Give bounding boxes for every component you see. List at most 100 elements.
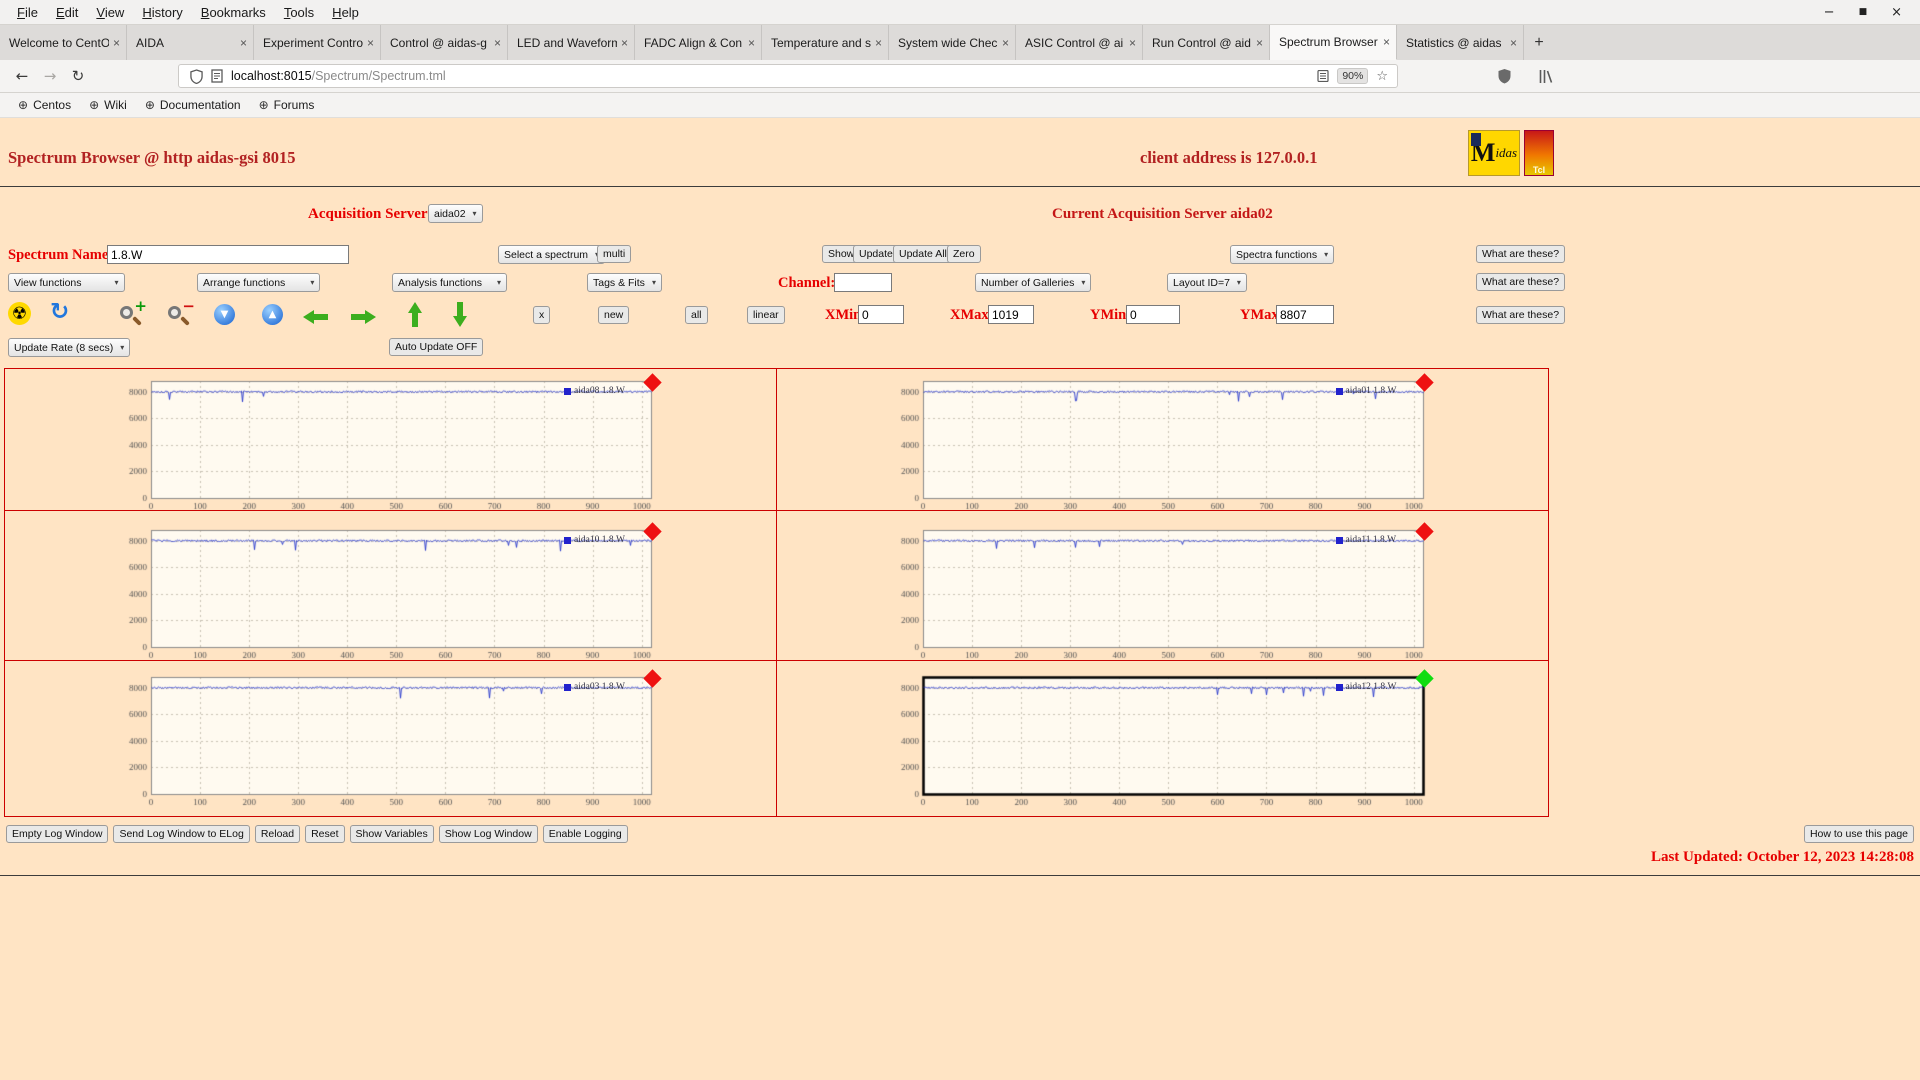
tab-system-wide-chec[interactable]: System wide Chec × bbox=[889, 25, 1016, 60]
ymin-input[interactable] bbox=[1126, 305, 1180, 324]
all-button[interactable]: all bbox=[685, 306, 708, 324]
library-icon[interactable] bbox=[1534, 69, 1557, 84]
tab-experiment-contro[interactable]: Experiment Contro × bbox=[254, 25, 381, 60]
menu-tools[interactable]: Tools bbox=[275, 3, 323, 22]
bookmark-centos[interactable]: ⊕ Centos bbox=[10, 96, 79, 114]
x-button[interactable]: x bbox=[533, 306, 551, 324]
tab-close-icon[interactable]: × bbox=[240, 36, 247, 50]
xmax-input[interactable] bbox=[988, 305, 1034, 324]
zoom-level-badge[interactable]: 90% bbox=[1337, 68, 1369, 84]
update-rate-dropdown[interactable]: Update Rate (8 secs) ▾ bbox=[8, 338, 131, 357]
scale-down-icon[interactable]: ▼ bbox=[214, 304, 235, 325]
reader-mode-icon[interactable] bbox=[1313, 70, 1333, 82]
view-functions-dropdown[interactable]: View functions ▾ bbox=[8, 273, 125, 292]
zoom-in-icon[interactable]: + bbox=[118, 297, 147, 329]
analysis-functions-dropdown[interactable]: Analysis functions ▾ bbox=[392, 273, 508, 292]
tab-welcome-to-cento[interactable]: Welcome to CentO × bbox=[0, 25, 127, 60]
menu-history[interactable]: History bbox=[133, 3, 191, 22]
spectrum-panel-2[interactable]: aida01 1.8.W bbox=[776, 369, 1548, 511]
url-bar[interactable]: localhost:8015/Spectrum/Spectrum.tml 90%… bbox=[178, 64, 1398, 88]
tab-fadc-align-con[interactable]: FADC Align & Con × bbox=[635, 25, 762, 60]
maximize-button[interactable]: ■ bbox=[1859, 7, 1868, 17]
pan-down-icon[interactable] bbox=[447, 302, 473, 328]
how-to-use-button[interactable]: How to use this page bbox=[1803, 825, 1914, 843]
new-button[interactable]: new bbox=[598, 306, 630, 324]
refresh-icon[interactable]: ↻ bbox=[50, 301, 69, 324]
tcl-powered-logo[interactable]: Tcl bbox=[1524, 130, 1554, 176]
what-are-these-button-3[interactable]: What are these? bbox=[1476, 306, 1566, 324]
tab-close-icon[interactable]: × bbox=[494, 36, 501, 50]
spectrum-panel-4[interactable]: aida11 1.8.W bbox=[776, 511, 1548, 661]
pan-left-icon[interactable] bbox=[303, 304, 329, 330]
menu-view[interactable]: View bbox=[87, 3, 133, 22]
page-info-icon[interactable] bbox=[207, 69, 227, 83]
spectrum-panel-6[interactable]: aida12 1.8.W bbox=[777, 661, 1549, 816]
pan-up-icon[interactable] bbox=[402, 302, 428, 328]
reload-button[interactable]: ↻ bbox=[64, 67, 92, 85]
show-variables-button[interactable]: Show Variables bbox=[349, 825, 434, 843]
reset-button[interactable]: Reset bbox=[305, 825, 345, 843]
tab-spectrum-browser[interactable]: Spectrum Browser × bbox=[1270, 25, 1397, 60]
auto-update-button[interactable]: Auto Update OFF bbox=[389, 338, 484, 356]
tab-close-icon[interactable]: × bbox=[1002, 36, 1009, 50]
show-log-window-button[interactable]: Show Log Window bbox=[438, 825, 538, 843]
tab-close-icon[interactable]: × bbox=[875, 36, 882, 50]
tab-close-icon[interactable]: × bbox=[367, 36, 374, 50]
update-button[interactable]: Update bbox=[853, 245, 899, 263]
pan-right-icon[interactable] bbox=[351, 304, 377, 330]
tab-close-icon[interactable]: × bbox=[1256, 36, 1263, 50]
arrange-functions-dropdown[interactable]: Arrange functions ▾ bbox=[197, 273, 321, 292]
ymax-input[interactable] bbox=[1276, 305, 1334, 324]
spectra-functions-dropdown[interactable]: Spectra functions ▾ bbox=[1230, 245, 1335, 264]
tags-fits-dropdown[interactable]: Tags & Fits ▾ bbox=[587, 273, 662, 292]
tab-aida[interactable]: AIDA × bbox=[127, 25, 254, 60]
bookmark-wiki[interactable]: ⊕ Wiki bbox=[81, 96, 135, 114]
what-are-these-button-1[interactable]: What are these? bbox=[1476, 245, 1566, 263]
spectrum-name-input[interactable] bbox=[107, 245, 349, 264]
zoom-out-icon[interactable]: − bbox=[166, 297, 195, 329]
send-log-window-to-elog-button[interactable]: Send Log Window to ELog bbox=[113, 825, 250, 843]
enable-logging-button[interactable]: Enable Logging bbox=[542, 825, 628, 843]
select-spectrum-dropdown[interactable]: Select a spectrum▾ bbox=[498, 245, 606, 264]
radiation-icon[interactable]: ☢ bbox=[8, 302, 31, 325]
tab-control-aidas-g[interactable]: Control @ aidas-g × bbox=[381, 25, 508, 60]
number-of-galleries-dropdown[interactable]: Number of Galleries ▾ bbox=[975, 273, 1092, 292]
tab-asic-control-ai[interactable]: ASIC Control @ ai × bbox=[1016, 25, 1143, 60]
tab-close-icon[interactable]: × bbox=[1383, 35, 1390, 49]
scale-up-icon[interactable]: ▲ bbox=[262, 304, 283, 325]
menu-bookmarks[interactable]: Bookmarks bbox=[192, 3, 275, 22]
empty-log-window-button[interactable]: Empty Log Window bbox=[6, 825, 109, 843]
tab-close-icon[interactable]: × bbox=[1510, 36, 1517, 50]
close-button[interactable]: × bbox=[1891, 5, 1902, 20]
spectrum-panel-1[interactable]: aida08 1.8.W bbox=[5, 369, 777, 511]
tab-led-and-waveform[interactable]: LED and Waveform × bbox=[508, 25, 635, 60]
tab-close-icon[interactable]: × bbox=[621, 36, 628, 50]
menu-file[interactable]: File bbox=[8, 3, 47, 22]
what-are-these-button-2[interactable]: What are these? bbox=[1476, 273, 1566, 291]
tab-close-icon[interactable]: × bbox=[113, 36, 120, 50]
bookmark-documentation[interactable]: ⊕ Documentation bbox=[137, 96, 249, 114]
tab-run-control-aid[interactable]: Run Control @ aid × bbox=[1143, 25, 1270, 60]
tab-close-icon[interactable]: × bbox=[748, 36, 755, 50]
layout-id-dropdown[interactable]: Layout ID=7 ▾ bbox=[1167, 273, 1247, 292]
zero-button[interactable]: Zero bbox=[947, 245, 981, 263]
back-button[interactable]: ← bbox=[8, 67, 36, 85]
save-page-shield-icon[interactable] bbox=[1493, 68, 1516, 84]
new-tab-button[interactable]: + bbox=[1524, 25, 1554, 60]
tracking-shield-icon[interactable] bbox=[186, 68, 207, 84]
spectrum-panel-3[interactable]: aida10 1.8.W bbox=[5, 511, 777, 661]
tab-statistics-aidas[interactable]: Statistics @ aidas × bbox=[1397, 25, 1524, 60]
bookmark-forums[interactable]: ⊕ Forums bbox=[251, 96, 323, 114]
update-all-button[interactable]: Update All bbox=[893, 245, 953, 263]
reload-button[interactable]: Reload bbox=[254, 825, 301, 843]
forward-button[interactable]: → bbox=[36, 67, 64, 85]
midas-logo[interactable]: Midas bbox=[1468, 130, 1520, 176]
tab-temperature-and-s[interactable]: Temperature and s × bbox=[762, 25, 889, 60]
menu-edit[interactable]: Edit bbox=[47, 3, 87, 22]
minimize-button[interactable]: − bbox=[1824, 5, 1835, 20]
multi-button[interactable]: multi bbox=[597, 245, 632, 263]
acquisition-server-select[interactable]: aida02 ▾ bbox=[428, 204, 483, 223]
xmin-input[interactable] bbox=[858, 305, 904, 324]
menu-help[interactable]: Help bbox=[323, 3, 368, 22]
bookmark-star-icon[interactable]: ☆ bbox=[1376, 69, 1390, 84]
